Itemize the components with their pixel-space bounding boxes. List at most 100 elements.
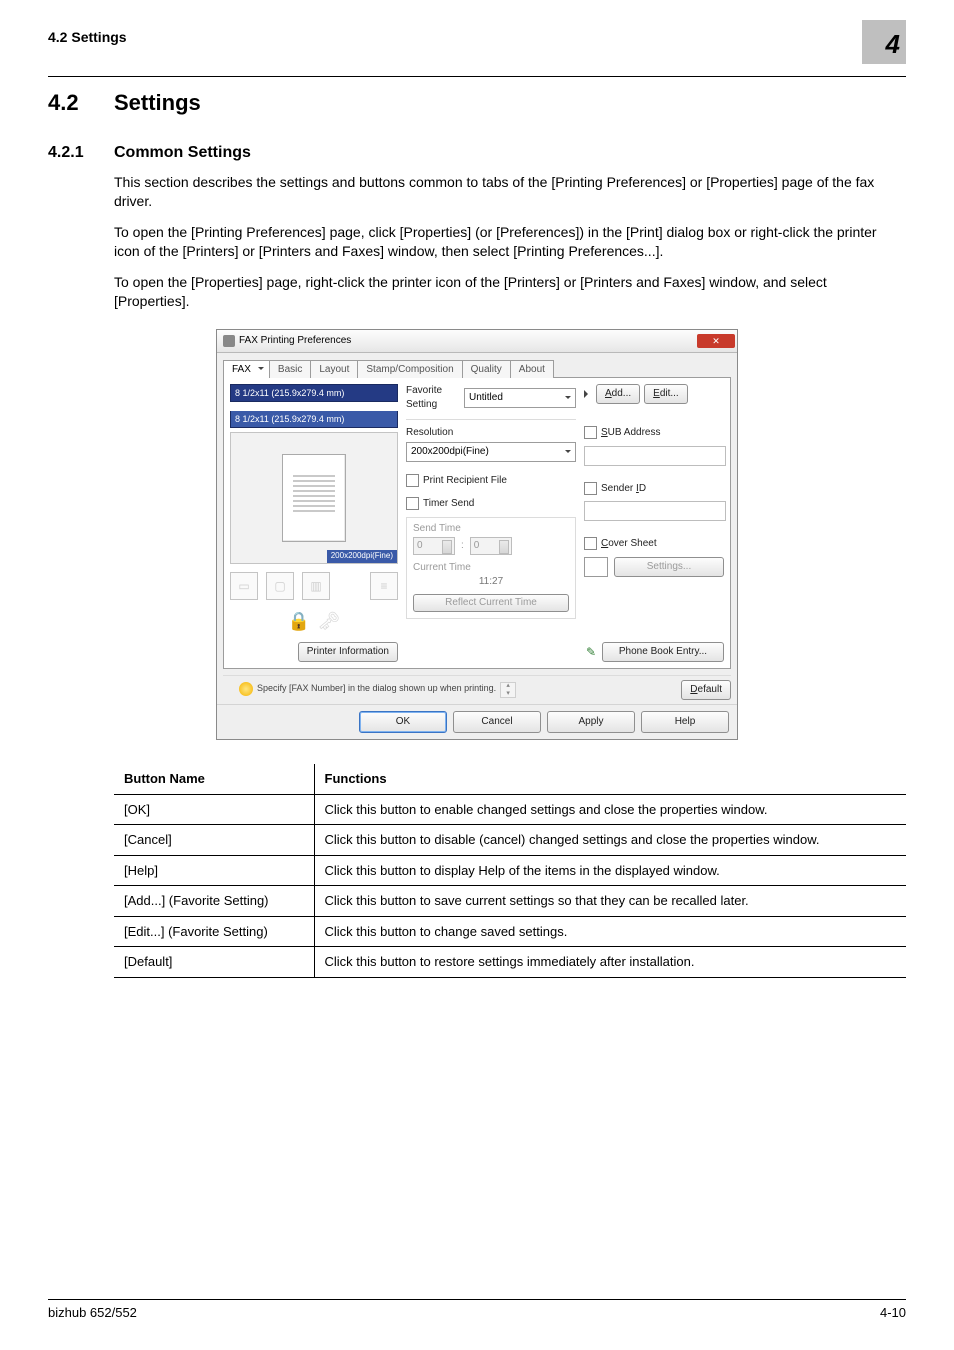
print-recipient-label: Print Recipient File: [423, 474, 507, 488]
dialog-figure: FAX Printing Preferences ✕ FAX Basic Lay…: [48, 329, 906, 741]
th-button-name: Button Name: [114, 764, 314, 794]
table-row: [Add...] (Favorite Setting)Click this bu…: [114, 886, 906, 917]
tab-layout[interactable]: Layout: [310, 360, 358, 379]
cover-sheet-label: Cover Sheet: [601, 537, 657, 551]
hint-text: Specify [FAX Number] in the dialog shown…: [257, 682, 496, 694]
content: 4.2Settings 4.2.1Common Settings This se…: [48, 88, 906, 978]
paragraph-2: To open the [Printing Preferences] page,…: [114, 223, 906, 261]
phone-book-entry-button[interactable]: Phone Book Entry...: [602, 642, 724, 662]
table-row: [Edit...] (Favorite Setting)Click this b…: [114, 916, 906, 947]
view-mode-3[interactable]: ▥: [302, 572, 330, 600]
close-icon: ✕: [712, 335, 720, 347]
running-header: 4.2 Settings 4: [48, 28, 906, 77]
tab-stamp-composition[interactable]: Stamp/Composition: [357, 360, 462, 379]
table-row: [Cancel]Click this button to disable (ca…: [114, 825, 906, 856]
send-time-group: Send Time 0 : 0 Current Time 11:27 Refle…: [406, 517, 576, 620]
favorite-setting-value: Untitled: [469, 391, 503, 405]
send-time-label: Send Time: [413, 523, 461, 534]
preferences-dialog: FAX Printing Preferences ✕ FAX Basic Lay…: [216, 329, 738, 741]
resolution-value: 200x200dpi(Fine): [411, 445, 489, 459]
dialog-titlebar: FAX Printing Preferences ✕: [217, 330, 737, 353]
sender-id-input[interactable]: [584, 501, 726, 521]
subsection-number: 4.2.1: [48, 142, 114, 164]
view-mode-1[interactable]: ▭: [230, 572, 258, 600]
paragraph-1: This section describes the settings and …: [114, 173, 906, 211]
favorite-setting-select[interactable]: Untitled: [464, 388, 576, 408]
preview-size-output: 8 1/2x11 (215.9x279.4 mm): [230, 411, 398, 428]
current-time-label: Current Time: [413, 562, 471, 573]
phone-book-icon: ✎: [584, 645, 598, 659]
sub-address-label: SUB Address: [601, 426, 660, 440]
section-title: Settings: [114, 90, 201, 115]
cover-sheet-preview-icon: [584, 557, 608, 577]
footer-left: bizhub 652/552: [48, 1304, 137, 1322]
close-button[interactable]: ✕: [697, 334, 735, 348]
default-button[interactable]: Default: [681, 680, 731, 700]
chapter-badge: 4: [862, 20, 906, 64]
sub-address-input[interactable]: [584, 446, 726, 466]
add-favorite-button[interactable]: Add...: [596, 384, 640, 404]
table-row: [OK]Click this button to enable changed …: [114, 794, 906, 825]
chevron-down-icon: [565, 450, 571, 456]
resolution-badge: 200x200dpi(Fine): [327, 550, 397, 563]
status-icons: 🔒 🗝: [230, 610, 398, 632]
dialog-title-left: FAX Printing Preferences: [223, 334, 351, 348]
page-preview: 200x200dpi(Fine): [230, 432, 398, 564]
subsection-heading: 4.2.1Common Settings: [48, 142, 906, 164]
paragraph-3: To open the [Properties] page, right-cli…: [114, 273, 906, 311]
dialog-button-row: OK Cancel Apply Help: [217, 704, 737, 739]
chevron-down-icon: [565, 396, 571, 402]
resolution-select[interactable]: 200x200dpi(Fine): [406, 442, 576, 462]
sender-id-label: Sender ID: [601, 482, 646, 496]
right-column: Add... Edit... SUB Address Sender: [584, 384, 724, 662]
tab-panel: 8 1/2x11 (215.9x279.4 mm) ▼ 8 1/2x11 (21…: [223, 377, 731, 669]
printer-information-button[interactable]: Printer Information: [298, 642, 398, 662]
tab-quality[interactable]: Quality: [462, 360, 511, 379]
hint-bulb-icon: [239, 682, 253, 696]
info-row: Specify [FAX Number] in the dialog shown…: [223, 675, 731, 704]
view-mode-2[interactable]: ▢: [266, 572, 294, 600]
sender-id-checkbox[interactable]: [584, 482, 597, 495]
tab-fax[interactable]: FAX: [223, 360, 270, 379]
hint-scrollbar[interactable]: ▴▾: [500, 682, 516, 698]
table-row: [Help]Click this button to display Help …: [114, 855, 906, 886]
timer-send-label: Timer Send: [423, 497, 474, 511]
view-mode-detail[interactable]: ≡: [370, 572, 398, 600]
subsection-title: Common Settings: [114, 144, 251, 161]
edit-favorite-button[interactable]: Edit...: [644, 384, 688, 404]
running-header-text: 4.2 Settings: [48, 28, 127, 47]
page-footer: bizhub 652/552 4-10: [48, 1299, 906, 1322]
table-row: [Default]Click this button to restore se…: [114, 947, 906, 978]
apply-button[interactable]: Apply: [547, 711, 635, 733]
current-time-value: 11:27: [413, 575, 569, 589]
ok-button[interactable]: OK: [359, 711, 447, 733]
dialog-title: FAX Printing Preferences: [239, 334, 351, 348]
preview-column: 8 1/2x11 (215.9x279.4 mm) ▼ 8 1/2x11 (21…: [230, 384, 398, 662]
bullet-icon: [584, 390, 592, 398]
view-mode-row: ▭ ▢ ▥ ≡: [230, 572, 398, 600]
resolution-label: Resolution: [406, 427, 453, 438]
tab-about[interactable]: About: [510, 360, 554, 379]
tab-basic[interactable]: Basic: [269, 360, 311, 379]
preview-arrow-icon: ▼: [230, 400, 398, 411]
tab-strip: FAX Basic Layout Stamp/Composition Quali…: [217, 353, 737, 378]
th-functions: Functions: [314, 764, 906, 794]
print-recipient-checkbox[interactable]: [406, 474, 419, 487]
timer-send-checkbox[interactable]: [406, 497, 419, 510]
section-number: 4.2: [48, 88, 114, 118]
sub-address-checkbox[interactable]: [584, 426, 597, 439]
help-button[interactable]: Help: [641, 711, 729, 733]
settings-column: Favorite Setting Untitled Resolution 200…: [406, 384, 576, 662]
cover-sheet-settings-button[interactable]: Settings...: [614, 557, 724, 577]
key-icon: 🗝: [318, 610, 340, 632]
send-hour-spinner[interactable]: 0: [413, 537, 455, 555]
functions-table: Button Name Functions [OK]Click this but…: [114, 764, 906, 978]
reflect-current-time-button[interactable]: Reflect Current Time: [413, 594, 569, 612]
cancel-button[interactable]: Cancel: [453, 711, 541, 733]
printer-icon: [223, 335, 235, 347]
paper-icon: [282, 454, 346, 542]
section-heading: 4.2Settings: [48, 88, 906, 118]
cover-sheet-checkbox[interactable]: [584, 537, 597, 550]
send-minute-spinner[interactable]: 0: [470, 537, 512, 555]
footer-right: 4-10: [880, 1304, 906, 1322]
